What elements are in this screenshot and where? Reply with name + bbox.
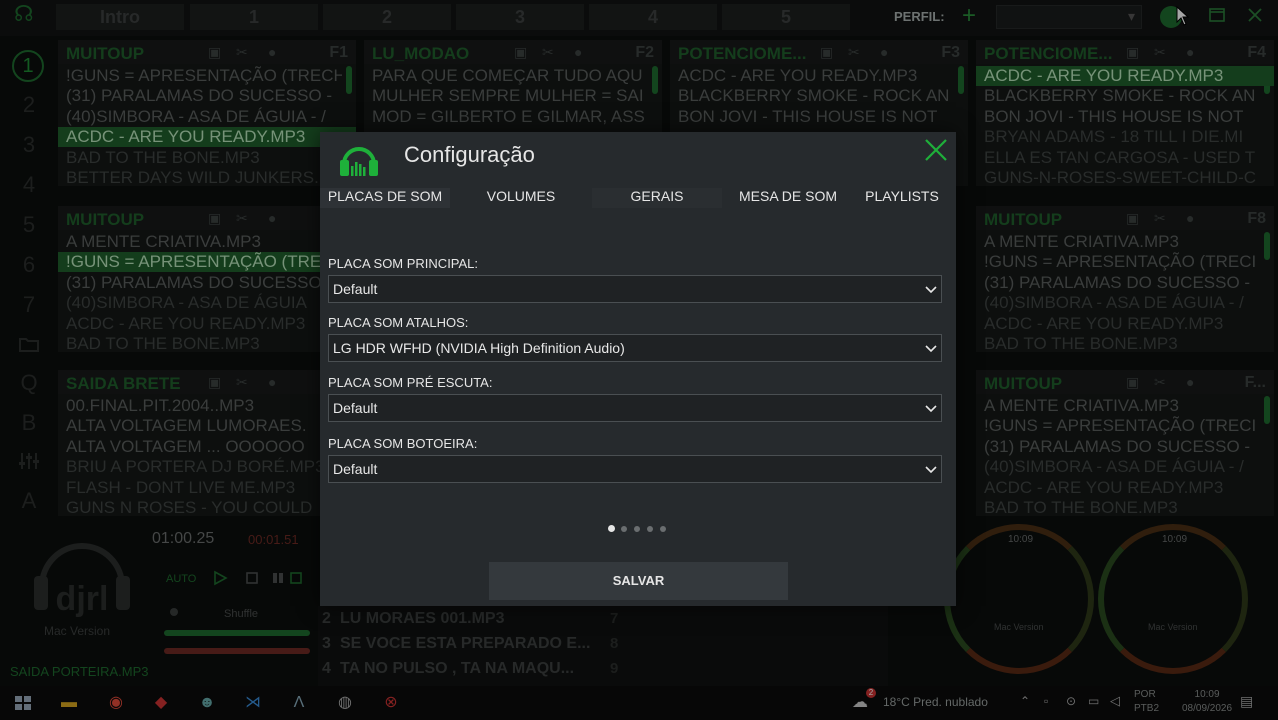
page-dot[interactable]: [621, 526, 627, 532]
tab-playlists[interactable]: PLAYLISTS: [854, 188, 950, 208]
placa-pre-escuta-select[interactable]: Default: [328, 394, 942, 422]
headphones-logo-icon: [340, 147, 378, 176]
placa-atalhos-value: LG HDR WFHD (NVIDIA High Definition Audi…: [333, 340, 625, 356]
placa-atalhos-select[interactable]: LG HDR WFHD (NVIDIA High Definition Audi…: [328, 334, 942, 362]
placa-botoeira-select[interactable]: Default: [328, 455, 942, 483]
chevron-down-icon: [925, 286, 937, 294]
placa-principal-select[interactable]: Default: [328, 275, 942, 303]
page-dot[interactable]: [660, 526, 666, 532]
tab-placas-de-som[interactable]: PLACAS DE SOM: [320, 188, 450, 208]
page-dot[interactable]: [634, 526, 640, 532]
placa-atalhos-label: PLACA SOM ATALHOS:: [328, 315, 469, 330]
tab-mesa-de-som[interactable]: MESA DE SOM: [724, 188, 852, 208]
placa-pre-escuta-label: PLACA SOM PRÉ ESCUTA:: [328, 375, 493, 390]
placa-botoeira-value: Default: [333, 461, 378, 477]
page-dot[interactable]: [647, 526, 653, 532]
placa-principal-value: Default: [333, 281, 378, 297]
tab-gerais[interactable]: GERAIS: [592, 188, 722, 208]
placa-principal-label: PLACA SOM PRINCIPAL:: [328, 256, 479, 271]
chevron-down-icon: [925, 405, 937, 413]
settings-dialog: Configuração PLACAS DE SOM VOLUMES GERAI…: [320, 132, 956, 606]
chevron-down-icon: [925, 466, 937, 474]
chevron-down-icon: [925, 345, 937, 353]
dialog-title: Configuração: [404, 142, 535, 167]
tab-volumes[interactable]: VOLUMES: [456, 188, 586, 208]
page-dot[interactable]: [608, 525, 615, 532]
placa-pre-escuta-value: Default: [333, 400, 378, 416]
save-button[interactable]: SALVAR: [489, 562, 788, 600]
placa-botoeira-label: PLACA SOM BOTOEIRA:: [328, 436, 478, 451]
close-icon[interactable]: [922, 136, 950, 164]
